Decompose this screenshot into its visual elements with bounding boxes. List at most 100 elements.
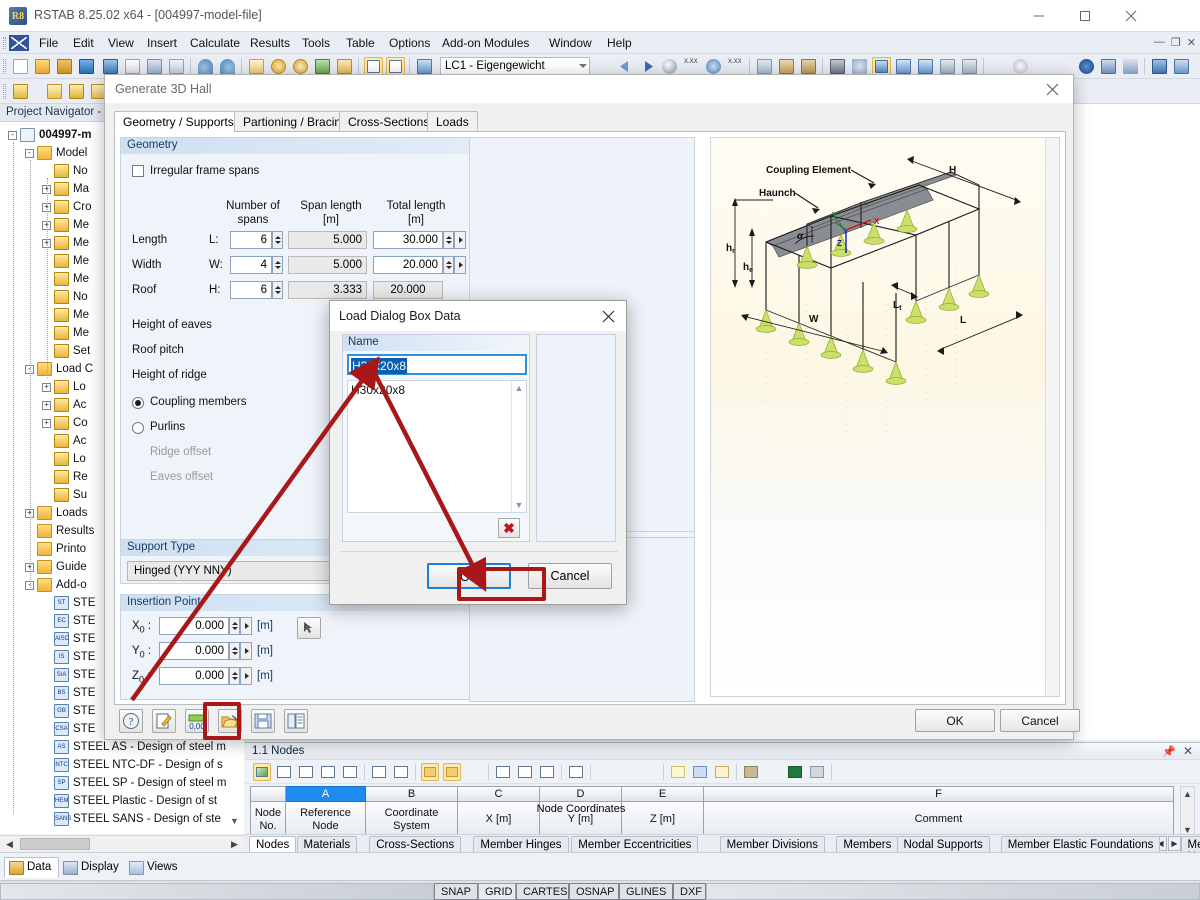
mdi-close-icon[interactable]: ✕ bbox=[1187, 36, 1196, 49]
column-letter-header[interactable]: E bbox=[622, 786, 704, 802]
menu-addon-modules[interactable]: Add-on Modules bbox=[436, 35, 535, 52]
tree-item[interactable]: GBSTE bbox=[42, 702, 95, 720]
length-total-more[interactable] bbox=[454, 231, 466, 249]
tab-geometry-supports[interactable]: Geometry / Supports bbox=[114, 111, 243, 132]
help-button[interactable]: ? bbox=[119, 709, 143, 733]
table-prev-icon[interactable] bbox=[370, 763, 388, 781]
bottom-tab-views[interactable]: Views bbox=[124, 857, 185, 878]
tree-item[interactable]: ASSTEEL AS - Design of steel m bbox=[42, 738, 226, 756]
sheet-tab[interactable]: Member Nonlinearities bbox=[1181, 836, 1200, 853]
tree-expander-icon[interactable]: + bbox=[42, 419, 51, 428]
table-redo-icon[interactable] bbox=[443, 763, 461, 781]
status-snap[interactable]: SNAP bbox=[434, 883, 478, 900]
x0-more[interactable] bbox=[240, 617, 252, 635]
z0-spinner[interactable] bbox=[229, 667, 240, 685]
tree-item[interactable]: Me bbox=[42, 324, 89, 342]
edit-button[interactable] bbox=[152, 709, 176, 733]
export-icon[interactable] bbox=[1172, 57, 1191, 76]
tree-item[interactable]: AISCSTE bbox=[42, 630, 95, 648]
tab-loads[interactable]: Loads bbox=[427, 111, 478, 132]
sheet-tab[interactable]: Members bbox=[836, 836, 898, 853]
sheet-tab[interactable]: Member Elastic Foundations bbox=[1001, 836, 1161, 853]
table-function-delete-icon[interactable] bbox=[881, 763, 899, 781]
roof-spans-spinner[interactable] bbox=[272, 281, 283, 299]
width-total-spinner[interactable] bbox=[443, 256, 454, 274]
table-column-letters[interactable]: ABCDEF bbox=[250, 786, 1180, 802]
tree-item[interactable]: Printo bbox=[25, 540, 86, 558]
length-total-spinner[interactable] bbox=[443, 231, 454, 249]
status-cartes[interactable]: CARTES bbox=[516, 883, 569, 900]
table-function-icon[interactable] bbox=[859, 763, 877, 781]
list-scrollbar[interactable]: ▲ ▼ bbox=[511, 381, 526, 512]
y0-more[interactable] bbox=[240, 642, 252, 660]
scroll-left-icon[interactable]: ◀ bbox=[1, 836, 18, 852]
bottom-tab-data[interactable]: Data bbox=[4, 857, 59, 878]
tree-item[interactable]: +Loads bbox=[25, 504, 87, 522]
table-info-icon[interactable] bbox=[538, 763, 556, 781]
tree-item[interactable]: CSASTE bbox=[42, 720, 95, 738]
tree-expander-icon[interactable]: + bbox=[42, 401, 51, 410]
info-button[interactable] bbox=[284, 709, 308, 733]
tree-item[interactable]: Me bbox=[42, 306, 89, 324]
table-calculator-icon[interactable] bbox=[808, 763, 826, 781]
tree-expander-icon[interactable]: - bbox=[8, 131, 17, 140]
options-icon[interactable] bbox=[1121, 57, 1140, 76]
list-item[interactable]: H30x20x8 bbox=[351, 383, 405, 397]
table-vertical-scrollbar[interactable]: ▲ ▼ bbox=[1180, 786, 1195, 838]
scroll-down-icon[interactable]: ▼ bbox=[512, 498, 526, 512]
tree-item[interactable]: +Guide bbox=[25, 558, 87, 576]
tree-item[interactable]: +Me bbox=[42, 216, 89, 234]
x0-input[interactable]: 0.000 bbox=[159, 617, 229, 635]
menu-calculate[interactable]: Calculate bbox=[184, 35, 246, 52]
z0-more[interactable] bbox=[240, 667, 252, 685]
tree-item[interactable]: +Ac bbox=[42, 396, 86, 414]
tree-item[interactable]: ECSTE bbox=[42, 612, 95, 630]
tree-item[interactable]: -Add-o bbox=[25, 576, 87, 594]
tree-item[interactable]: +Me bbox=[42, 234, 89, 252]
sheet-tab[interactable]: Member Hinges bbox=[473, 836, 568, 853]
table-move-icon[interactable] bbox=[516, 763, 534, 781]
tree-item[interactable]: NTCSTEEL NTC-DF - Design of s bbox=[42, 756, 223, 774]
tree-item[interactable]: STSTE bbox=[42, 594, 95, 612]
tree-item[interactable]: Su bbox=[42, 486, 87, 504]
tree-item[interactable]: Me bbox=[42, 270, 89, 288]
tree-item[interactable]: +Lo bbox=[42, 378, 86, 396]
tree-item[interactable]: Results bbox=[25, 522, 94, 540]
preview-scrollbar[interactable] bbox=[1045, 138, 1059, 696]
sheet-tab[interactable]: Nodal Supports bbox=[897, 836, 990, 853]
table-insert-col-icon[interactable] bbox=[640, 763, 658, 781]
tree-item[interactable]: Ac bbox=[42, 432, 86, 450]
tree-item[interactable]: Me bbox=[42, 252, 89, 270]
table-edit-style-icon[interactable] bbox=[713, 763, 731, 781]
table-sheet-tabs[interactable]: |◀ ◀ ▶ ▶| NodesMaterialsCross-SectionsMe… bbox=[245, 834, 1200, 852]
scroll-right-icon[interactable]: ▶ bbox=[226, 836, 243, 852]
status-osnap[interactable]: OSNAP bbox=[569, 883, 619, 900]
sheet-tab[interactable]: Cross-Sections bbox=[369, 836, 461, 853]
table-delete-col-icon[interactable] bbox=[618, 763, 636, 781]
width-total-more[interactable] bbox=[454, 256, 466, 274]
tree-horizontal-scrollbar[interactable]: ◀ ▶ bbox=[0, 835, 244, 852]
table-ab-icon[interactable] bbox=[837, 763, 855, 781]
tree-scroll-down-icon[interactable]: ▼ bbox=[228, 816, 241, 830]
scroll-up-icon[interactable]: ▲ bbox=[1181, 787, 1194, 801]
menu-edit[interactable]: Edit bbox=[67, 35, 100, 52]
sheet-tab[interactable]: Member Divisions bbox=[720, 836, 825, 853]
table-edit-mode-icon[interactable] bbox=[253, 763, 271, 781]
width-total-input[interactable]: 20.000 bbox=[373, 256, 443, 274]
column-letter-header[interactable]: A bbox=[286, 786, 366, 802]
tree-item[interactable]: No bbox=[42, 288, 88, 306]
sheet-tab[interactable]: Nodes bbox=[249, 836, 296, 853]
scroll-up-icon[interactable]: ▲ bbox=[512, 381, 526, 395]
new-member-icon[interactable] bbox=[45, 82, 64, 101]
table-add-icon[interactable] bbox=[494, 763, 512, 781]
tree-item[interactable]: -Load C bbox=[25, 360, 93, 378]
length-total-input[interactable]: 30.000 bbox=[373, 231, 443, 249]
status-grid[interactable]: GRID bbox=[478, 883, 516, 900]
table-import-icon[interactable] bbox=[297, 763, 315, 781]
table-layout-icon[interactable] bbox=[691, 763, 709, 781]
menu-options[interactable]: Options bbox=[383, 35, 436, 52]
open-recent-icon[interactable] bbox=[55, 57, 74, 76]
sheet-tab[interactable]: Member Eccentricities bbox=[571, 836, 698, 853]
mdi-minimize-icon[interactable]: — bbox=[1154, 36, 1165, 49]
close-icon[interactable] bbox=[1108, 0, 1154, 32]
